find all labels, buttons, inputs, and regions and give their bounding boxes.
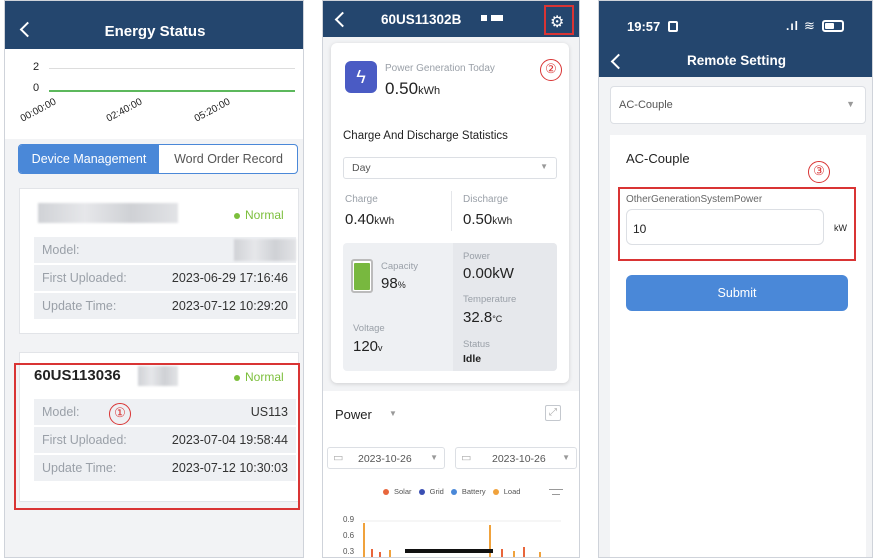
battery-level-fill bbox=[354, 263, 370, 290]
back-icon[interactable] bbox=[334, 11, 351, 28]
header-bar: 19:57 .ıl ≋ Remote Setting bbox=[599, 1, 872, 77]
calendar-icon: ▭ bbox=[333, 452, 344, 464]
power-section: Power ▼ ⤢ ▭ 2023-10-26 ▼ ▭ 2023-10-26 ▼ … bbox=[323, 391, 579, 557]
x-tick: 05:20:00 bbox=[192, 96, 233, 125]
update-row: Update Time: 2023-07-12 10:29:20 bbox=[34, 293, 296, 319]
annotation-marker-1: ① bbox=[109, 403, 131, 425]
data-line bbox=[49, 90, 295, 92]
annotation-marker-2: ② bbox=[540, 59, 562, 81]
redacted-model bbox=[234, 239, 296, 261]
y-tick: 0.9 bbox=[343, 515, 355, 524]
battery-status-icon bbox=[822, 20, 844, 32]
energy-status-screen: Energy Status 2 0 00:00:00 02:40:00 05:2… bbox=[4, 0, 304, 558]
legend-item: Battery bbox=[450, 487, 486, 496]
device-status-card: ϟ Power Generation Today 0.50kWh ② Charg… bbox=[331, 43, 569, 383]
device-detail-screen: 60US11302B ⚙ ϟ Power Generation Today 0.… bbox=[322, 0, 580, 558]
period-select[interactable]: Day ▼ bbox=[343, 157, 557, 179]
section-label: AC-Couple bbox=[626, 151, 690, 166]
generation-value: 0.50kWh bbox=[385, 79, 441, 98]
header-bar: 60US11302B ⚙ bbox=[323, 1, 579, 37]
dropdown-arrow-icon: ▼ bbox=[562, 453, 570, 462]
signal-icon: .ıl bbox=[786, 19, 800, 33]
x-tick: 02:40:00 bbox=[104, 96, 145, 125]
uploaded-row: First Uploaded: 2023-06-29 17:16:46 bbox=[34, 265, 296, 291]
expand-icon[interactable]: ⤢ bbox=[545, 405, 561, 421]
device-card[interactable]: Normal Model: First Uploaded: 2023-06-29… bbox=[19, 188, 299, 334]
discharge-label: Discharge bbox=[463, 194, 509, 205]
dropdown-arrow-icon[interactable]: ▼ bbox=[389, 409, 397, 418]
power-section-title[interactable]: Power bbox=[335, 407, 372, 422]
mode-select[interactable]: AC-Couple ▼ bbox=[610, 86, 866, 124]
capacity-value: 98% bbox=[381, 275, 406, 292]
calendar-icon: ▭ bbox=[461, 452, 472, 464]
battery-icon bbox=[351, 259, 373, 293]
power-value: 0.00kW bbox=[463, 265, 514, 282]
legend-item: Load bbox=[492, 487, 520, 496]
status-badge: Normal bbox=[234, 208, 284, 222]
battery-panel: Capacity 98% Voltage 120v Power 0.00kW T… bbox=[343, 243, 557, 371]
x-tick: 00:00:00 bbox=[18, 96, 59, 125]
start-date-picker[interactable]: ▭ 2023-10-26 ▼ bbox=[327, 447, 445, 469]
legend-item: Solar bbox=[383, 487, 412, 496]
status-time: 19:57 bbox=[627, 19, 661, 34]
page-title: Remote Setting bbox=[686, 53, 786, 68]
redacted-mark bbox=[491, 15, 503, 21]
header-bar: Energy Status bbox=[5, 1, 303, 49]
y-tick: 2 bbox=[33, 61, 40, 73]
annotation-box-2 bbox=[544, 5, 574, 35]
annotation-box-3 bbox=[618, 187, 856, 261]
lightning-icon: ϟ bbox=[345, 61, 377, 93]
y-tick: 0 bbox=[33, 82, 40, 94]
grid-line bbox=[49, 68, 295, 69]
charge-value: 0.40kWh bbox=[345, 211, 395, 228]
generation-label: Power Generation Today bbox=[385, 63, 495, 74]
screen-record-icon bbox=[668, 21, 678, 32]
stats-title: Charge And Discharge Statistics bbox=[343, 130, 508, 142]
power-label: Power bbox=[463, 251, 490, 262]
filter-icon[interactable] bbox=[549, 489, 563, 490]
y-tick: 0.3 bbox=[343, 547, 355, 556]
device-title: 60US11302B bbox=[381, 12, 462, 27]
annotation-box-1 bbox=[14, 363, 300, 510]
dropdown-arrow-icon: ▼ bbox=[846, 99, 855, 109]
filter-icon-line bbox=[552, 494, 560, 495]
model-row: Model: bbox=[34, 237, 296, 263]
dropdown-arrow-icon: ▼ bbox=[540, 162, 548, 171]
tab-device-management[interactable]: Device Management bbox=[19, 145, 159, 173]
end-date-picker[interactable]: ▭ 2023-10-26 ▼ bbox=[455, 447, 577, 469]
status-value: Idle bbox=[463, 353, 482, 365]
redacted-device-name bbox=[38, 203, 178, 223]
voltage-value: 120v bbox=[353, 338, 383, 355]
chart-legend: Solar Grid Battery Load bbox=[383, 487, 520, 496]
dropdown-arrow-icon: ▼ bbox=[430, 453, 438, 462]
charge-label: Charge bbox=[345, 194, 378, 205]
redacted-mark bbox=[481, 15, 487, 21]
annotation-marker-3: ③ bbox=[808, 161, 830, 183]
voltage-label: Voltage bbox=[353, 323, 385, 334]
page-title: Energy Status bbox=[104, 23, 206, 40]
tab-word-order-record[interactable]: Word Order Record bbox=[159, 145, 297, 173]
capacity-label: Capacity bbox=[381, 261, 418, 272]
temperature-label: Temperature bbox=[463, 294, 517, 305]
submit-button[interactable]: Submit bbox=[626, 275, 848, 311]
status-label: Status bbox=[463, 339, 490, 350]
metrics-column: Power 0.00kW Temperature 32.8°C Status I… bbox=[453, 243, 557, 371]
tab-group: Device Management Word Order Record bbox=[18, 144, 298, 174]
temperature-value: 32.8°C bbox=[463, 309, 503, 326]
wifi-icon: ≋ bbox=[804, 18, 815, 33]
power-chart-bars bbox=[361, 520, 561, 557]
y-tick: 0.6 bbox=[343, 531, 355, 540]
divider bbox=[451, 191, 452, 231]
legend-item: Grid bbox=[418, 487, 444, 496]
discharge-value: 0.50kWh bbox=[463, 211, 513, 228]
remote-setting-screen: 19:57 .ıl ≋ Remote Setting AC-Couple ▼ A… bbox=[598, 0, 873, 558]
energy-chart: 2 0 00:00:00 02:40:00 05:20:00 bbox=[5, 49, 303, 139]
